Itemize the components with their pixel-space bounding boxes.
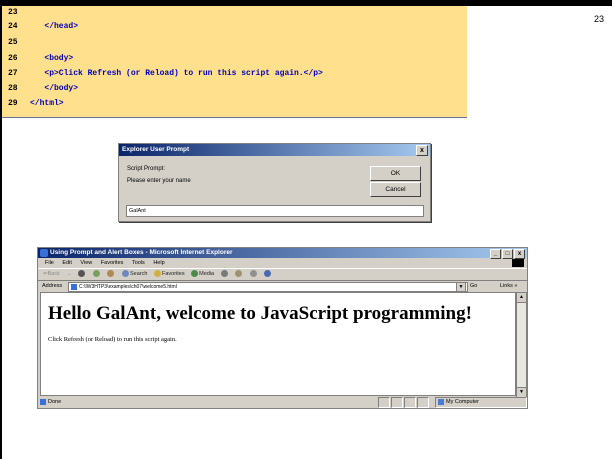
menu-bar: File Edit View Favorites Tools Help	[38, 258, 527, 268]
code-line: 27 <p>Click Refresh (or Reload) to run t…	[8, 69, 323, 78]
status-segment	[417, 397, 429, 408]
address-bar: Address C:\IW3HTP3\examples\ch07\welcome…	[38, 281, 527, 292]
menu-edit[interactable]: Edit	[62, 258, 71, 268]
dialog-title-bar: Explorer User Prompt x	[119, 144, 430, 156]
prompt-dialog: Explorer User Prompt x Script Prompt: Pl…	[118, 143, 431, 222]
status-segment	[391, 397, 403, 408]
address-label: Address	[42, 283, 63, 289]
address-dropdown-button[interactable]: ▼	[456, 282, 466, 292]
menu-file[interactable]: File	[45, 258, 54, 268]
browser-title-bar: Using Prompt and Alert Boxes - Microsoft…	[38, 248, 527, 259]
code-line: 25	[8, 38, 18, 47]
browser-window: Using Prompt and Alert Boxes - Microsoft…	[37, 247, 528, 409]
forward-button[interactable]: →	[66, 269, 72, 280]
media-button[interactable]: Media	[191, 269, 214, 280]
dialog-close-button[interactable]: x	[416, 145, 428, 156]
menu-favorites[interactable]: Favorites	[101, 258, 124, 268]
mail-button[interactable]	[235, 269, 243, 280]
code-line: 29 </html>	[8, 99, 64, 108]
refresh-button[interactable]	[92, 269, 101, 280]
code-line: 28 </body>	[8, 84, 79, 93]
mail-icon	[235, 270, 243, 278]
stop-icon	[78, 270, 86, 278]
vertical-scrollbar[interactable]: ▲ ▼	[516, 292, 527, 398]
script-prompt-label: Script Prompt:	[127, 166, 166, 172]
search-button[interactable]: Search	[122, 269, 147, 280]
page-paragraph: Click Refresh (or Reload) to run this sc…	[48, 336, 177, 343]
menu-help[interactable]: Help	[153, 258, 164, 268]
code-listing: 23 24 </head> 25 26 <body> 27 <p>Click R…	[2, 6, 467, 117]
edit-icon	[264, 270, 272, 278]
favorites-icon	[153, 270, 161, 278]
links-button[interactable]: Links »	[500, 281, 517, 292]
status-text: Done	[48, 399, 62, 405]
computer-icon	[438, 399, 444, 405]
toolbar: ⇐Back → Search Favorites Media	[38, 268, 527, 281]
favorites-button[interactable]: Favorites	[153, 269, 185, 280]
address-input[interactable]: C:\IW3HTP3\examples\ch07\welcome5.html	[68, 282, 468, 292]
menu-tools[interactable]: Tools	[132, 258, 145, 268]
history-icon	[220, 270, 228, 278]
ok-button[interactable]: OK	[370, 166, 421, 181]
go-button[interactable]: Go	[470, 281, 477, 292]
search-icon	[122, 270, 129, 278]
page-heading: Hello GalAnt, welcome to JavaScript prog…	[48, 303, 472, 324]
cancel-button[interactable]: Cancel	[370, 182, 421, 197]
ie-icon	[40, 249, 48, 257]
prompt-message: Please enter your name	[127, 178, 191, 184]
page-icon	[71, 284, 77, 290]
code-divider	[2, 117, 467, 118]
status-bar: Done My Computer	[38, 396, 527, 408]
code-line: 26 <body>	[8, 54, 74, 63]
code-line: 24 </head>	[8, 22, 79, 31]
slide-number: 23	[593, 14, 604, 24]
refresh-icon	[92, 270, 100, 278]
history-button[interactable]	[220, 269, 229, 280]
browser-title: Using Prompt and Alert Boxes - Microsoft…	[50, 249, 233, 256]
home-button[interactable]	[107, 269, 115, 280]
windows-logo-icon	[512, 259, 524, 267]
home-icon	[107, 270, 115, 278]
print-button[interactable]	[249, 269, 258, 280]
print-icon	[249, 270, 257, 278]
edit-button[interactable]	[264, 269, 272, 280]
status-segment	[404, 397, 416, 408]
status-segment	[378, 397, 390, 408]
page-viewport: Hello GalAnt, welcome to JavaScript prog…	[40, 292, 516, 396]
back-button[interactable]: ⇐Back	[43, 269, 60, 280]
name-input[interactable]: GalAnt	[126, 205, 424, 217]
stop-button[interactable]	[78, 269, 86, 280]
dialog-title: Explorer User Prompt	[122, 146, 190, 153]
menu-view[interactable]: View	[80, 258, 92, 268]
media-icon	[191, 270, 199, 278]
security-zone: My Computer	[435, 397, 527, 408]
ie-page-icon	[40, 399, 46, 405]
scroll-up-icon[interactable]: ▲	[517, 293, 526, 303]
code-line: 23	[8, 8, 18, 17]
